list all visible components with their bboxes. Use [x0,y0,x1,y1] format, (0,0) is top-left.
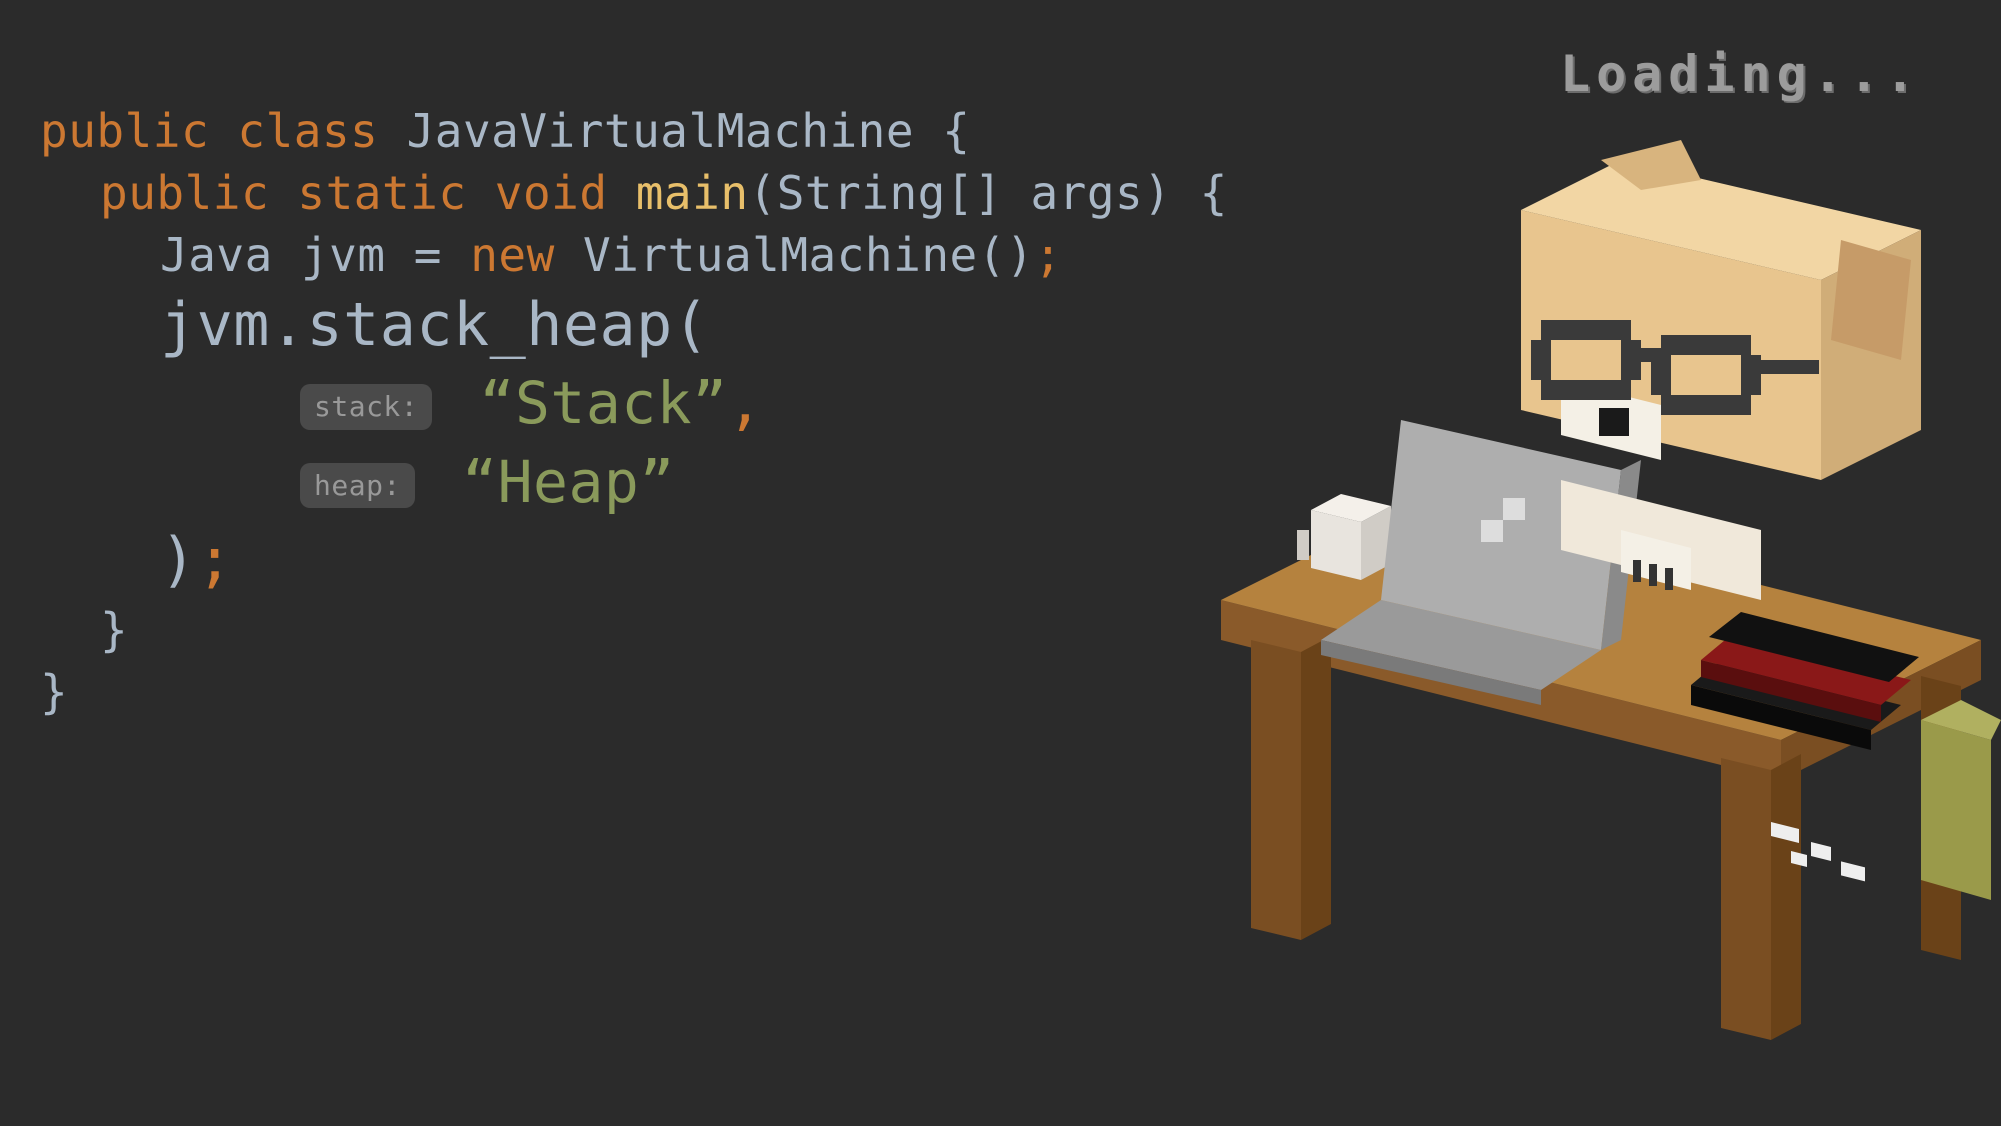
comma: , [728,369,763,437]
voxel-illustration [1001,40,2001,1040]
string-heap: “Heap” [462,448,675,516]
paren-close: ) [160,525,197,595]
keyword-public: public [40,104,209,158]
semicolon: ; [197,525,234,595]
class-name: JavaVirtualMachine [407,104,915,158]
string-stack: “Stack” [480,369,728,437]
param-hint-stack: stack: [300,384,432,430]
type-name: Java [160,228,273,282]
keyword-void: void [495,166,608,220]
method-name: main [636,166,749,220]
equals: = [414,228,442,282]
constructor-call: VirtualMachine() [583,228,1034,282]
param-hint-heap: heap: [300,463,415,509]
olive-box [1921,700,2001,900]
keyword-class: class [237,104,378,158]
voxel-art-svg [1001,40,2001,1040]
loading-text: Loading... [1560,45,1921,103]
method-call: jvm.stack_heap( [160,290,709,360]
mug [1297,494,1391,580]
keyword-static: static [297,166,466,220]
brace-close: } [100,603,128,657]
keyword-public: public [100,166,269,220]
brace-open: { [942,104,970,158]
brace-close: } [40,665,68,719]
keyword-new: new [470,228,555,282]
var-name: jvm [301,228,386,282]
dog-character [1521,140,1921,600]
